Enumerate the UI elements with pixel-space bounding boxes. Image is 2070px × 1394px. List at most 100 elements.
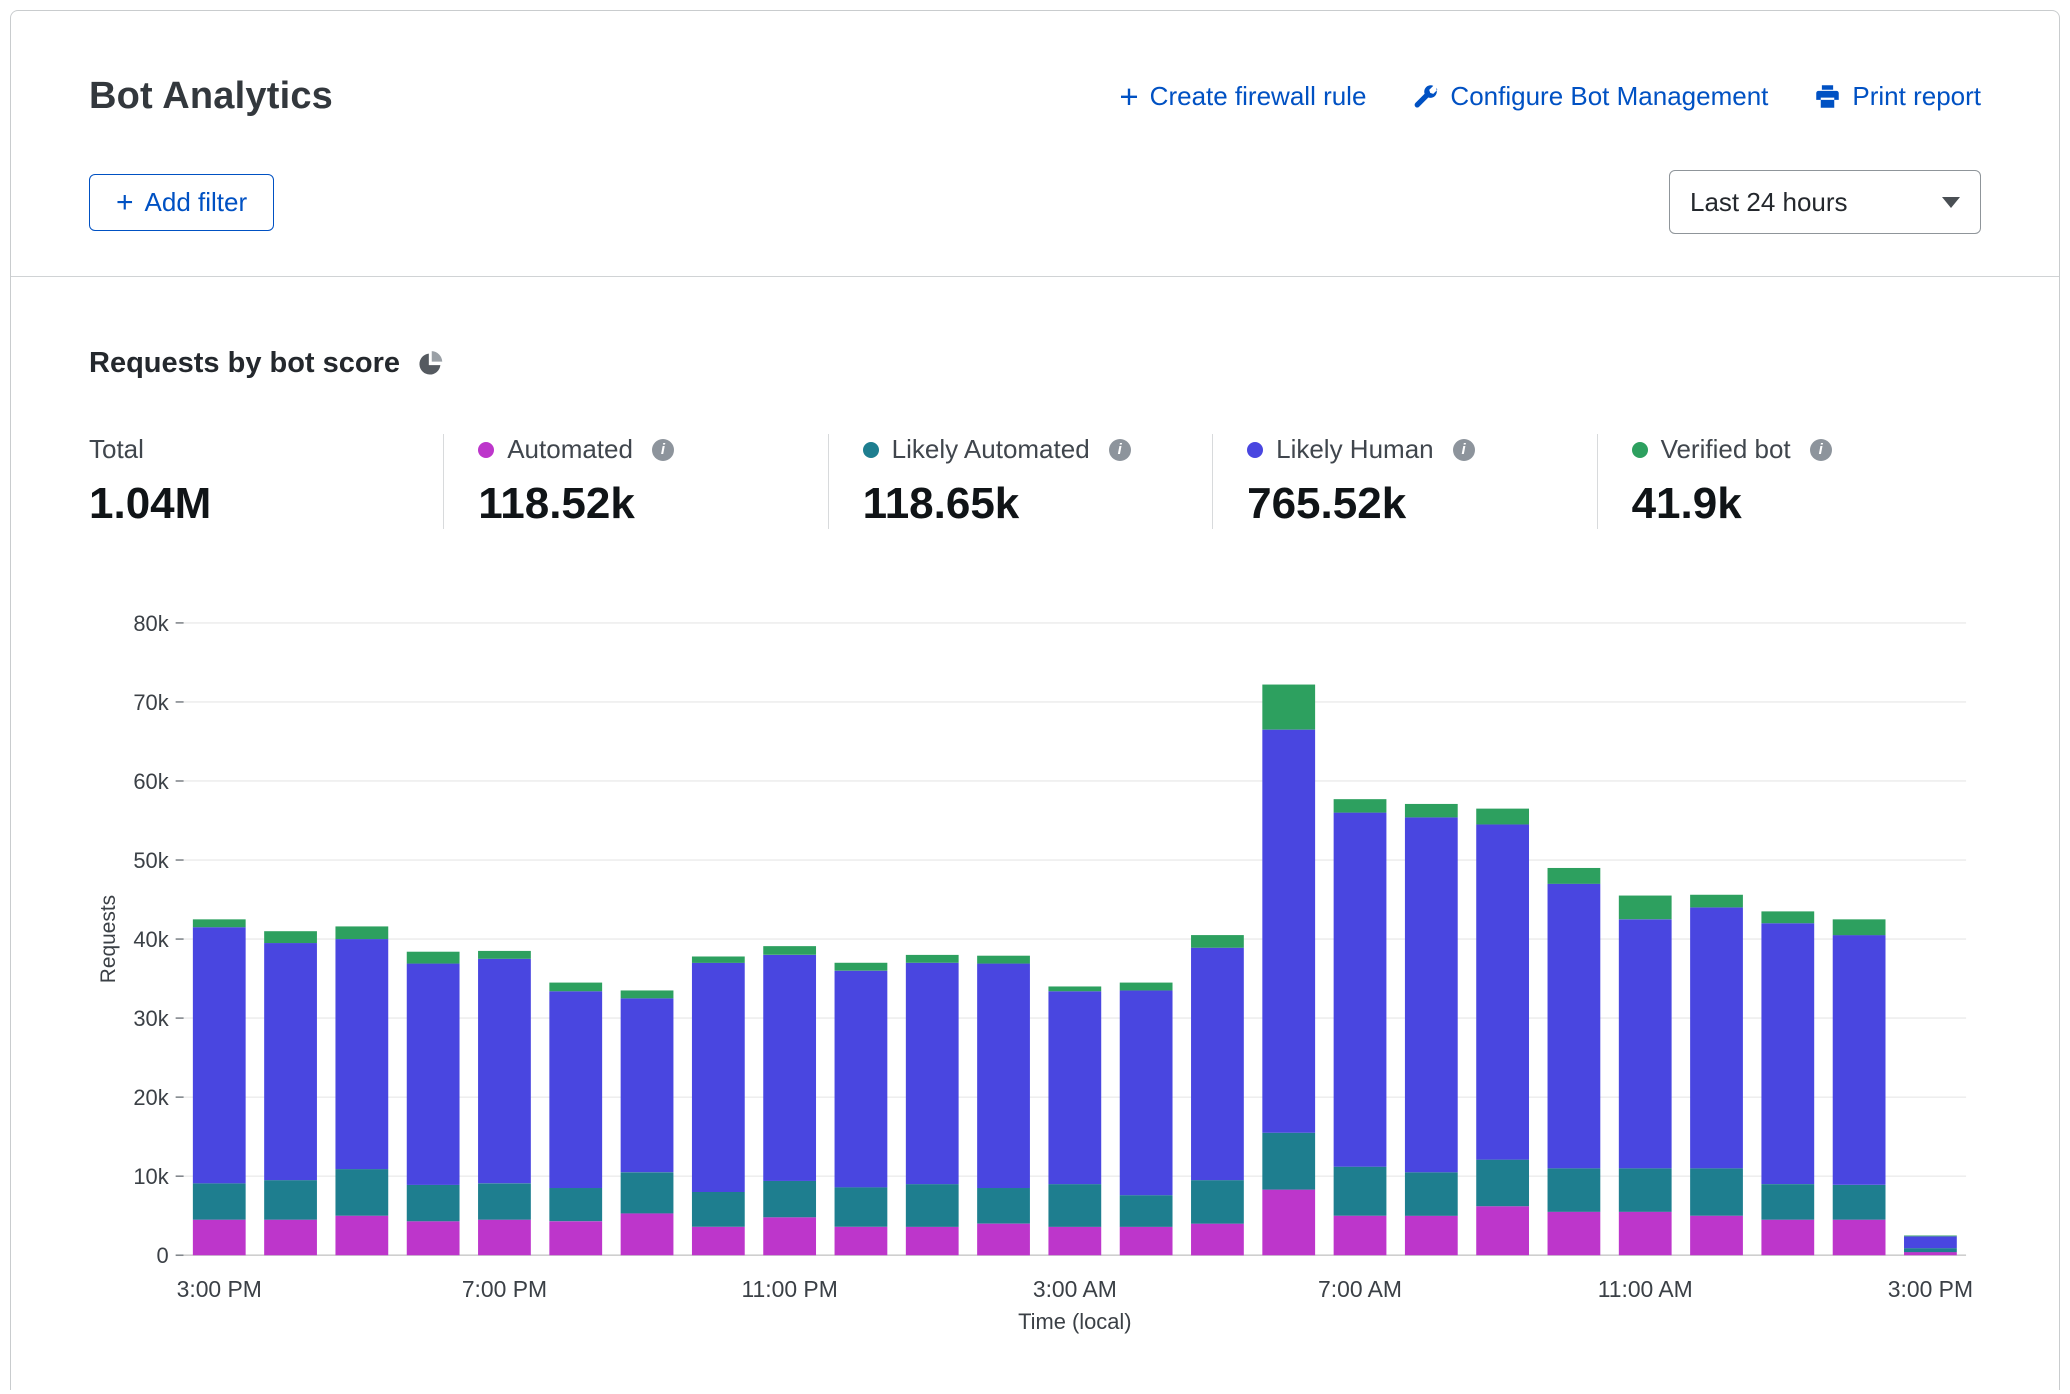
bar-segment-likely-automated[interactable] bbox=[1619, 1168, 1672, 1212]
bar-segment-likely-human[interactable] bbox=[1405, 817, 1458, 1172]
bar-segment-verified-bot[interactable] bbox=[835, 963, 888, 971]
bar-segment-likely-human[interactable] bbox=[407, 964, 460, 1185]
bar-segment-verified-bot[interactable] bbox=[1619, 896, 1672, 920]
bar-segment-automated[interactable] bbox=[1334, 1216, 1387, 1256]
bar-segment-likely-automated[interactable] bbox=[1120, 1195, 1173, 1227]
bar-segment-likely-automated[interactable] bbox=[1833, 1185, 1886, 1220]
bar-segment-likely-automated[interactable] bbox=[835, 1187, 888, 1227]
bar-segment-likely-human[interactable] bbox=[1476, 824, 1529, 1159]
bar-segment-automated[interactable] bbox=[1476, 1206, 1529, 1255]
bar-segment-likely-automated[interactable] bbox=[1405, 1172, 1458, 1216]
bar-segment-likely-automated[interactable] bbox=[763, 1181, 816, 1217]
bar-segment-likely-human[interactable] bbox=[977, 964, 1030, 1188]
bar-segment-likely-automated[interactable] bbox=[977, 1188, 1030, 1224]
bar-segment-likely-human[interactable] bbox=[763, 955, 816, 1181]
info-icon[interactable] bbox=[1810, 439, 1832, 461]
bar-segment-verified-bot[interactable] bbox=[193, 919, 246, 927]
bar-segment-likely-human[interactable] bbox=[335, 939, 388, 1169]
bar-segment-likely-human[interactable] bbox=[264, 943, 317, 1180]
bar-segment-verified-bot[interactable] bbox=[1191, 935, 1244, 948]
bar-segment-automated[interactable] bbox=[977, 1224, 1030, 1256]
bar-segment-verified-bot[interactable] bbox=[1904, 1236, 1957, 1237]
bar-segment-likely-automated[interactable] bbox=[335, 1169, 388, 1216]
bar-segment-likely-automated[interactable] bbox=[1548, 1168, 1601, 1212]
requests-by-bot-score-chart[interactable]: 010k20k30k40k50k60k70k80k3:00 PM7:00 PM1… bbox=[89, 601, 1981, 1343]
bar-segment-likely-human[interactable] bbox=[1619, 919, 1672, 1168]
bar-segment-automated[interactable] bbox=[835, 1227, 888, 1255]
bar-segment-likely-automated[interactable] bbox=[407, 1185, 460, 1221]
bar-segment-likely-automated[interactable] bbox=[478, 1183, 531, 1219]
bar-segment-automated[interactable] bbox=[1619, 1212, 1672, 1256]
bar-segment-automated[interactable] bbox=[407, 1221, 460, 1255]
bar-segment-likely-automated[interactable] bbox=[549, 1188, 602, 1221]
bar-segment-likely-automated[interactable] bbox=[1690, 1168, 1743, 1215]
bar-segment-automated[interactable] bbox=[906, 1227, 959, 1255]
bar-segment-verified-bot[interactable] bbox=[1262, 685, 1315, 730]
bar-segment-likely-automated[interactable] bbox=[692, 1192, 745, 1227]
bar-segment-likely-human[interactable] bbox=[692, 963, 745, 1192]
bar-segment-likely-automated[interactable] bbox=[1262, 1133, 1315, 1190]
bar-segment-verified-bot[interactable] bbox=[1761, 911, 1814, 923]
bar-segment-likely-human[interactable] bbox=[1334, 813, 1387, 1167]
bar-segment-automated[interactable] bbox=[264, 1220, 317, 1256]
bar-segment-likely-human[interactable] bbox=[1548, 884, 1601, 1169]
bar-segment-automated[interactable] bbox=[1048, 1227, 1101, 1255]
bar-segment-verified-bot[interactable] bbox=[1405, 804, 1458, 817]
bar-segment-likely-human[interactable] bbox=[1191, 948, 1244, 1180]
bar-segment-automated[interactable] bbox=[193, 1220, 246, 1256]
bar-segment-automated[interactable] bbox=[692, 1227, 745, 1255]
bar-segment-verified-bot[interactable] bbox=[549, 983, 602, 992]
configure-bot-management-link[interactable]: Configure Bot Management bbox=[1412, 81, 1768, 112]
bar-segment-likely-automated[interactable] bbox=[621, 1172, 674, 1213]
bar-segment-likely-human[interactable] bbox=[193, 927, 246, 1183]
bar-segment-verified-bot[interactable] bbox=[407, 952, 460, 964]
bar-segment-likely-human[interactable] bbox=[1690, 908, 1743, 1169]
bar-segment-automated[interactable] bbox=[1548, 1212, 1601, 1256]
print-report-link[interactable]: Print report bbox=[1814, 81, 1981, 112]
bar-segment-verified-bot[interactable] bbox=[1690, 895, 1743, 908]
bar-segment-likely-automated[interactable] bbox=[1191, 1180, 1244, 1224]
bar-segment-verified-bot[interactable] bbox=[621, 990, 674, 998]
bar-segment-likely-automated[interactable] bbox=[264, 1180, 317, 1220]
bar-segment-verified-bot[interactable] bbox=[692, 956, 745, 962]
bar-segment-automated[interactable] bbox=[1191, 1224, 1244, 1256]
bar-segment-verified-bot[interactable] bbox=[1120, 983, 1173, 991]
bar-segment-verified-bot[interactable] bbox=[1048, 986, 1101, 991]
info-icon[interactable] bbox=[1453, 439, 1475, 461]
info-icon[interactable] bbox=[1109, 439, 1131, 461]
bar-segment-automated[interactable] bbox=[1833, 1220, 1886, 1256]
bar-segment-automated[interactable] bbox=[621, 1213, 674, 1255]
bar-segment-likely-automated[interactable] bbox=[1761, 1184, 1814, 1220]
bar-segment-verified-bot[interactable] bbox=[906, 955, 959, 963]
bar-segment-likely-human[interactable] bbox=[1262, 730, 1315, 1133]
bar-segment-likely-human[interactable] bbox=[1048, 991, 1101, 1184]
bar-segment-likely-automated[interactable] bbox=[1334, 1167, 1387, 1216]
bar-segment-likely-human[interactable] bbox=[549, 991, 602, 1188]
bar-segment-likely-human[interactable] bbox=[1120, 990, 1173, 1195]
bar-segment-likely-human[interactable] bbox=[1833, 935, 1886, 1185]
bar-segment-automated[interactable] bbox=[1262, 1190, 1315, 1256]
bar-segment-likely-automated[interactable] bbox=[906, 1184, 959, 1227]
bar-segment-automated[interactable] bbox=[1690, 1216, 1743, 1256]
bar-segment-verified-bot[interactable] bbox=[264, 931, 317, 943]
bar-segment-automated[interactable] bbox=[1761, 1220, 1814, 1256]
bar-segment-likely-human[interactable] bbox=[906, 963, 959, 1184]
add-filter-button[interactable]: Add filter bbox=[89, 174, 274, 231]
bar-segment-likely-human[interactable] bbox=[621, 998, 674, 1172]
create-firewall-rule-link[interactable]: Create firewall rule bbox=[1119, 81, 1366, 112]
time-range-select[interactable]: Last 24 hours bbox=[1669, 170, 1981, 234]
bar-segment-verified-bot[interactable] bbox=[763, 946, 816, 955]
bar-segment-likely-automated[interactable] bbox=[1904, 1248, 1957, 1252]
bar-segment-verified-bot[interactable] bbox=[1833, 919, 1886, 935]
bar-segment-likely-automated[interactable] bbox=[1048, 1184, 1101, 1227]
bar-segment-likely-human[interactable] bbox=[835, 971, 888, 1188]
bar-segment-likely-automated[interactable] bbox=[1476, 1160, 1529, 1207]
bar-segment-automated[interactable] bbox=[1405, 1216, 1458, 1256]
bar-segment-automated[interactable] bbox=[763, 1217, 816, 1255]
bar-segment-likely-human[interactable] bbox=[1761, 923, 1814, 1184]
bar-segment-verified-bot[interactable] bbox=[1548, 868, 1601, 884]
info-icon[interactable] bbox=[652, 439, 674, 461]
bar-segment-verified-bot[interactable] bbox=[478, 951, 531, 959]
bar-segment-likely-automated[interactable] bbox=[193, 1183, 246, 1219]
bar-segment-automated[interactable] bbox=[1120, 1227, 1173, 1255]
